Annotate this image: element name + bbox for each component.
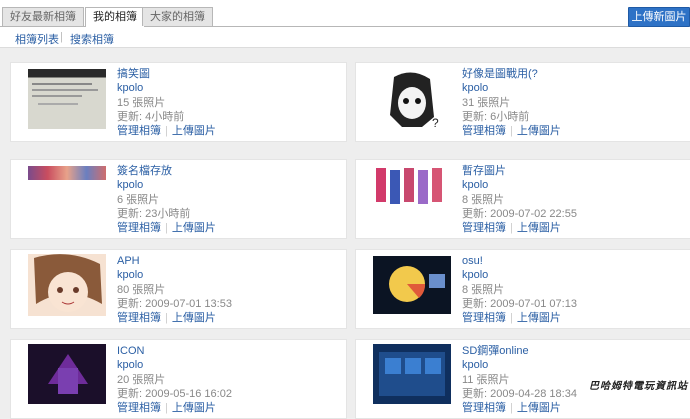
manage-album-link[interactable]: 管理相簿	[117, 222, 161, 234]
action-divider: |	[165, 125, 168, 138]
updated-time: 更新: 2009-07-01 13:53	[117, 297, 232, 310]
updated-time: 更新: 2009-05-16 16:02	[117, 387, 232, 400]
photo-count: 6 張照片	[117, 193, 160, 206]
upload-image-link[interactable]: 上傳圖片	[172, 312, 216, 324]
search-album-link[interactable]: 搜索相簿	[70, 31, 114, 47]
upload-image-link[interactable]: 上傳圖片	[517, 222, 561, 234]
album-owner[interactable]: kpolo	[462, 81, 682, 95]
album-title[interactable]: 搞笑圖	[117, 67, 337, 81]
manage-album-link[interactable]: 管理相簿	[462, 402, 506, 414]
album-list-link[interactable]: 相簿列表	[15, 31, 59, 47]
album-title[interactable]: 暫存圖片	[462, 164, 682, 178]
svg-text:?: ?	[432, 116, 439, 130]
album-card: APH kpolo 80 張照片 更新: 2009-07-01 13:53 管理…	[10, 249, 347, 329]
game-ui-icon	[379, 352, 445, 396]
album-thumbnail[interactable]	[28, 69, 106, 129]
album-card: ICON kpolo 20 張照片 更新: 2009-05-16 16:02 管…	[10, 339, 347, 419]
album-thumbnail[interactable]	[373, 256, 451, 314]
robot-icon	[48, 354, 88, 394]
photo-count: 8 張照片	[462, 283, 505, 296]
album-owner[interactable]: kpolo	[462, 178, 682, 192]
game-screenshot-icon	[389, 266, 445, 302]
tab-everyone-albums[interactable]: 大家的相簿	[142, 7, 213, 26]
album-owner[interactable]: kpolo	[462, 358, 682, 372]
manage-album-link[interactable]: 管理相簿	[117, 402, 161, 414]
album-title[interactable]: osu!	[462, 254, 682, 268]
action-divider: |	[510, 312, 513, 325]
photo-count: 20 張照片	[117, 373, 166, 386]
album-thumbnail[interactable]	[374, 166, 454, 208]
upload-image-link[interactable]: 上傳圖片	[517, 402, 561, 414]
photo-count: 8 張照片	[462, 193, 505, 206]
upload-image-link[interactable]: 上傳圖片	[517, 312, 561, 324]
updated-time: 更新: 2009-07-01 07:13	[462, 297, 577, 310]
photo-count: 15 張照片	[117, 96, 166, 109]
manga-girl-icon: ?	[390, 72, 439, 130]
site-watermark: 巴哈姆特電玩資訊站	[589, 381, 688, 392]
manage-album-link[interactable]: 管理相簿	[462, 222, 506, 234]
upload-image-link[interactable]: 上傳圖片	[172, 402, 216, 414]
document-photo-icon	[32, 83, 98, 105]
album-title[interactable]: APH	[117, 254, 337, 268]
subnav-divider: |	[60, 31, 63, 43]
manage-album-link[interactable]: 管理相簿	[117, 125, 161, 137]
upload-image-link[interactable]: 上傳圖片	[172, 222, 216, 234]
album-title[interactable]: SD鋼彈online	[462, 344, 682, 358]
album-owner[interactable]: kpolo	[462, 268, 682, 282]
album-card: 搞笑圖 kpolo 15 張照片 更新: 4小時前 管理相簿 | 上傳圖片	[10, 62, 347, 142]
updated-time: 更新: 4小時前	[117, 110, 185, 123]
manage-album-link[interactable]: 管理相簿	[462, 125, 506, 137]
character-lineup-icon	[376, 168, 442, 204]
album-card: osu! kpolo 8 張照片 更新: 2009-07-01 07:13 管理…	[355, 249, 690, 329]
updated-time: 更新: 6小時前	[462, 110, 530, 123]
updated-time: 更新: 2009-07-02 22:55	[462, 207, 577, 220]
album-title[interactable]: 好像是圖戰用(?	[462, 67, 682, 81]
album-card: ? 好像是圖戰用(? kpolo 31 張照片 更新: 6小時前 管理相簿 | 上傳…	[355, 62, 690, 142]
album-owner[interactable]: kpolo	[117, 81, 337, 95]
upload-image-link[interactable]: 上傳圖片	[172, 125, 216, 137]
album-thumbnail[interactable]	[373, 344, 451, 404]
album-thumbnail[interactable]	[28, 254, 106, 316]
sub-navigation: 相簿列表 | 搜索相簿	[0, 27, 690, 48]
album-owner[interactable]: kpolo	[117, 178, 337, 192]
updated-time: 更新: 23小時前	[117, 207, 191, 220]
action-divider: |	[510, 222, 513, 235]
action-divider: |	[165, 402, 168, 415]
action-divider: |	[165, 312, 168, 325]
tab-friends-latest[interactable]: 好友最新相簿	[2, 7, 84, 26]
album-owner[interactable]: kpolo	[117, 358, 337, 372]
album-card: 暫存圖片 kpolo 8 張照片 更新: 2009-07-02 22:55 管理…	[355, 159, 690, 239]
action-divider: |	[510, 402, 513, 415]
album-title[interactable]: ICON	[117, 344, 337, 358]
anime-character-icon	[34, 254, 102, 312]
album-thumbnail[interactable]: ?	[376, 67, 448, 135]
top-tab-bar: 好友最新相簿 我的相簿 大家的相簿 上傳新圖片	[0, 0, 690, 27]
album-owner[interactable]: kpolo	[117, 268, 337, 282]
tab-my-albums[interactable]: 我的相簿	[85, 7, 145, 27]
photo-count: 80 張照片	[117, 283, 166, 296]
upload-new-image-button[interactable]: 上傳新圖片	[628, 7, 690, 27]
photo-count: 31 張照片	[462, 96, 511, 109]
action-divider: |	[165, 222, 168, 235]
album-thumbnail[interactable]	[28, 344, 106, 404]
album-title[interactable]: 簽名檔存放	[117, 164, 337, 178]
album-thumbnail[interactable]	[28, 166, 106, 180]
album-card: 簽名檔存放 kpolo 6 張照片 更新: 23小時前 管理相簿 | 上傳圖片	[10, 159, 347, 239]
manage-album-link[interactable]: 管理相簿	[462, 312, 506, 324]
action-divider: |	[510, 125, 513, 138]
manage-album-link[interactable]: 管理相簿	[117, 312, 161, 324]
upload-image-link[interactable]: 上傳圖片	[517, 125, 561, 137]
